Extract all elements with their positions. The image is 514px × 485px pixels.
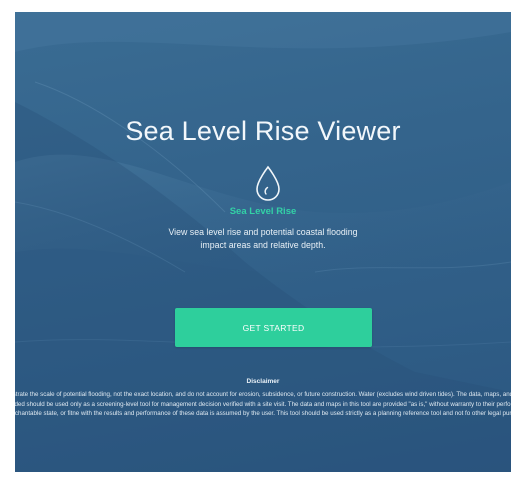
tool-description: View sea level rise and potential coasta…: [168, 227, 358, 250]
get-started-button[interactable]: GET STARTED: [175, 308, 372, 347]
hero-banner: Sea Level Rise Viewer Sea Level Rise Vie…: [15, 12, 511, 472]
page-title: Sea Level Rise Viewer: [125, 116, 401, 146]
tool-name: Sea Level Rise: [229, 206, 297, 217]
water-drop-icon: [256, 165, 280, 201]
disclaimer-heading: Disclaimer: [246, 378, 280, 385]
disclaimer-text: s tool illustrate the scale of potential…: [15, 391, 511, 418]
